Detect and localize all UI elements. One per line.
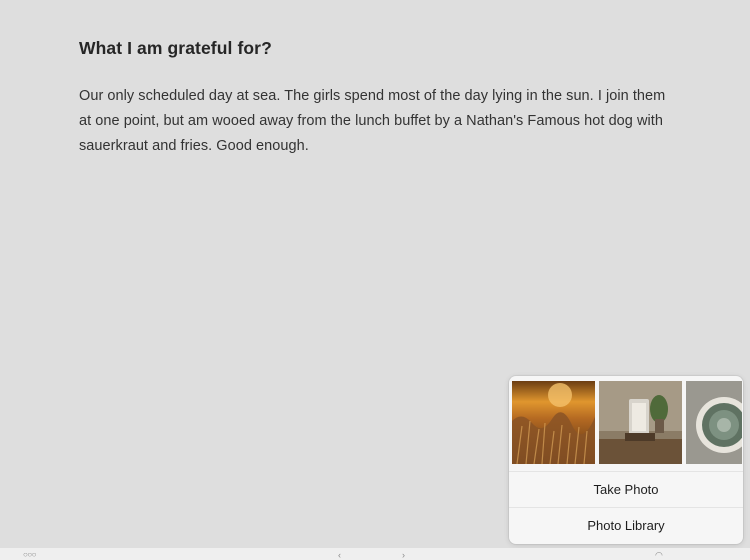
prompt-title: What I am grateful for? <box>79 38 272 58</box>
entry-editor[interactable]: What I am grateful for? Our only schedul… <box>79 38 669 159</box>
back-arrow-icon[interactable]: ‹ <box>338 550 341 560</box>
camera-icon[interactable]: ◠ <box>655 550 663 560</box>
photo-thumbnail-cactus[interactable] <box>686 381 742 464</box>
more-icon[interactable]: ○○○ <box>23 550 37 560</box>
take-photo-button[interactable]: Take Photo <box>509 471 743 508</box>
entry-body-text[interactable]: Our only scheduled day at sea. The girls… <box>79 84 669 159</box>
bottom-toolbar: ○○○ ‹ › ◠ <box>0 548 750 560</box>
photo-library-button[interactable]: Photo Library <box>509 507 743 544</box>
photo-thumbnail-strip[interactable] <box>512 381 743 470</box>
photo-picker-popover: Take Photo Photo Library <box>509 376 743 544</box>
forward-arrow-icon[interactable]: › <box>402 550 405 560</box>
photo-thumbnail-desk[interactable] <box>599 381 682 464</box>
journal-editor-screen: What I am grateful for? Our only schedul… <box>0 0 750 560</box>
photo-thumbnail-grass[interactable] <box>512 381 595 464</box>
